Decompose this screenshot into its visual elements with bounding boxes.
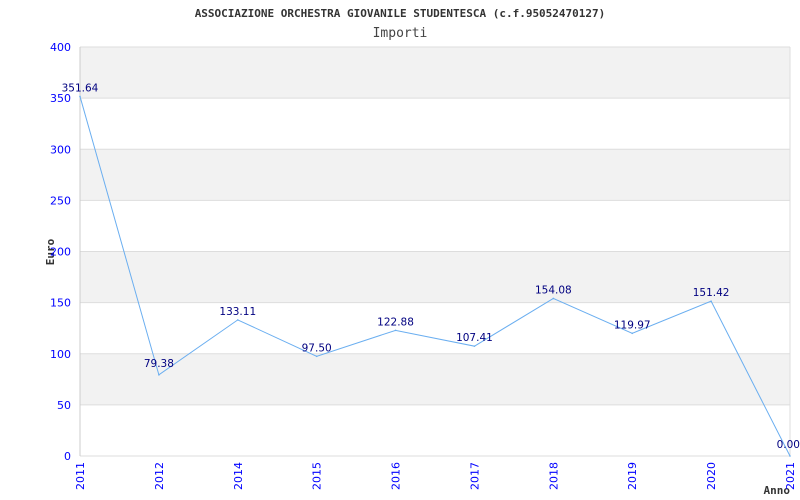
y-tick-label: 200	[50, 246, 71, 259]
line-chart: ASSOCIAZIONE ORCHESTRA GIOVANILE STUDENT…	[44, 7, 800, 497]
x-tick-label: 2014	[232, 462, 245, 490]
y-tick-label: 250	[50, 194, 71, 207]
x-tick-label: 2019	[626, 462, 639, 490]
x-tick-label: 2018	[547, 462, 560, 490]
data-label: 79.38	[144, 358, 174, 370]
grid-band	[80, 149, 790, 201]
x-tick-label: 2021	[784, 462, 797, 490]
data-point	[473, 345, 476, 347]
data-point	[79, 95, 81, 98]
x-tick-label: 2020	[705, 462, 718, 490]
x-tick-label: 2012	[153, 462, 166, 490]
data-label: 0.00	[777, 439, 800, 451]
data-point	[236, 319, 239, 321]
data-label: 133.11	[219, 306, 256, 318]
grid-band	[80, 251, 790, 303]
y-tick-label: 50	[57, 399, 71, 412]
data-label: 122.88	[377, 316, 414, 328]
y-tick-label: 300	[50, 143, 71, 156]
data-label: 151.42	[693, 287, 730, 299]
data-label: 351.64	[62, 82, 99, 94]
data-label: 154.08	[535, 284, 572, 296]
data-point	[631, 332, 634, 335]
y-tick-label: 150	[50, 297, 71, 310]
data-point	[158, 374, 160, 376]
x-tick-label: 2015	[311, 462, 324, 490]
grid-band	[80, 47, 790, 99]
data-label: 119.97	[614, 319, 651, 331]
data-label: 97.50	[302, 342, 332, 354]
y-tick-label: 100	[50, 348, 71, 361]
chart-subtitle: Importi	[373, 26, 428, 41]
y-tick-label: 400	[50, 41, 71, 54]
x-tick-label: 2011	[74, 462, 87, 490]
x-tick-label: 2017	[468, 462, 481, 490]
data-point	[394, 329, 397, 332]
y-tick-label: 0	[64, 450, 71, 463]
data-point	[315, 355, 318, 358]
data-label: 107.41	[456, 332, 493, 344]
data-point	[710, 300, 712, 302]
data-point	[552, 297, 555, 300]
grid-band	[80, 353, 790, 405]
x-tick-label: 2016	[390, 462, 403, 490]
data-point	[789, 455, 791, 457]
chart-title: ASSOCIAZIONE ORCHESTRA GIOVANILE STUDENT…	[195, 7, 606, 20]
